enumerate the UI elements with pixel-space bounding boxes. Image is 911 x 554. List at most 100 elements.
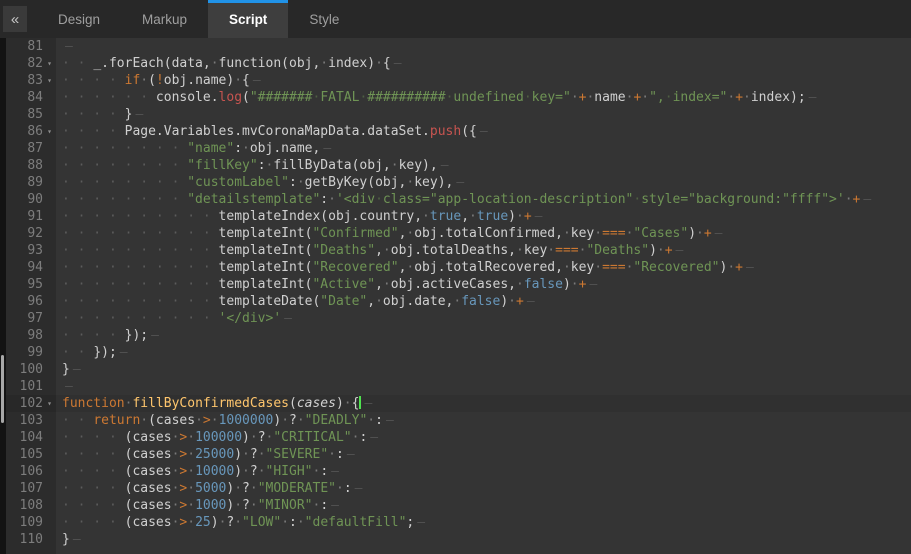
code-line[interactable]: 98· · · · });– <box>6 327 911 344</box>
code-area[interactable]: 81–82▾· · _.forEach(data,·function(obj,·… <box>6 38 911 554</box>
collapse-panel-button[interactable]: « <box>3 6 27 32</box>
line-number: 108 <box>20 497 43 514</box>
gutter-cell: 81 <box>6 38 56 55</box>
gutter-cell: 99 <box>6 344 56 361</box>
gutter-cell: 98 <box>6 327 56 344</box>
gutter-cell: 94 <box>6 259 56 276</box>
gutter-cell: 103 <box>6 412 56 429</box>
gutter-cell: 91 <box>6 208 56 225</box>
fold-arrow-icon[interactable]: ▾ <box>43 123 56 140</box>
code-line[interactable]: 101 – <box>6 378 911 395</box>
code-line[interactable]: 110}– <box>6 531 911 548</box>
tab-design[interactable]: Design <box>37 0 121 38</box>
gutter-cell: 109 <box>6 514 56 531</box>
line-ending-mark: – <box>117 345 128 360</box>
code-line[interactable]: 97· · · · · · · · · · '</div>'– <box>6 310 911 327</box>
line-number: 109 <box>20 514 43 531</box>
code-line[interactable]: 109· · · · (cases·>·25)·?·"LOW"·:·"defau… <box>6 514 911 531</box>
code-line[interactable]: 100}– <box>6 361 911 378</box>
line-ending-mark: – <box>328 498 339 513</box>
gutter-cell: 87 <box>6 140 56 157</box>
line-ending-mark: – <box>344 447 355 462</box>
line-number: 106 <box>20 463 43 480</box>
line-number: 83 <box>27 72 43 89</box>
fold-arrow-icon[interactable]: ▾ <box>43 395 56 412</box>
line-ending-mark: – <box>524 294 535 309</box>
fold-arrow-icon[interactable]: ▾ <box>43 55 56 72</box>
line-ending-mark: – <box>132 107 143 122</box>
code-line[interactable]: 84· · · · · · console.log("#######·FATAL… <box>6 89 911 106</box>
code-line[interactable]: 89· · · · · · · · "customLabel":·getByKe… <box>6 174 911 191</box>
code-line[interactable]: 104· · · · (cases·>·100000)·?·"CRITICAL"… <box>6 429 911 446</box>
tab-script[interactable]: Script <box>208 0 288 38</box>
gutter-cell: 105 <box>6 446 56 463</box>
line-ending-mark: – <box>250 73 261 88</box>
code-line[interactable]: 107· · · · (cases·>·5000)·?·"MODERATE"·:… <box>6 480 911 497</box>
code-line[interactable]: 83▾· · · · if·(!obj.name)·{– <box>6 72 911 89</box>
code-line[interactable]: 105· · · · (cases·>·25000)·?·"SEVERE"·:– <box>6 446 911 463</box>
code-line[interactable]: 88· · · · · · · · "fillKey":·fillByData(… <box>6 157 911 174</box>
gutter-cell: 90 <box>6 191 56 208</box>
code-line[interactable]: 92· · · · · · · · · · templateInt("Confi… <box>6 225 911 242</box>
left-panel-edge <box>0 38 6 554</box>
tab-design-label: Design <box>58 12 100 27</box>
tab-markup[interactable]: Markup <box>121 0 208 38</box>
line-ending-mark: – <box>320 141 331 156</box>
code-line[interactable]: 87· · · · · · · · "name":·obj.name,– <box>6 140 911 157</box>
gutter-cell: 96 <box>6 293 56 310</box>
code-line[interactable]: 86▾· · · · Page.Variables.mvCoronaMapDat… <box>6 123 911 140</box>
script-editor[interactable]: 81–82▾· · _.forEach(data,·function(obj,·… <box>0 38 911 554</box>
code-line[interactable]: 108· · · · (cases·>·1000)·?·"MINOR"·:– <box>6 497 911 514</box>
code-line[interactable]: 91· · · · · · · · · · templateIndex(obj.… <box>6 208 911 225</box>
line-number: 97 <box>27 310 43 327</box>
line-ending-mark: – <box>477 124 488 139</box>
code-line[interactable]: 95· · · · · · · · · · templateInt("Activ… <box>6 276 911 293</box>
line-ending-mark: – <box>62 379 73 394</box>
line-number: 101 <box>20 378 43 395</box>
code-line[interactable]: 99· · });– <box>6 344 911 361</box>
line-ending-mark: – <box>361 396 372 411</box>
code-line[interactable]: 103· · return·(cases·>·1000000)·?·"DEADL… <box>6 412 911 429</box>
line-number: 87 <box>27 140 43 157</box>
gutter-cell: 84 <box>6 89 56 106</box>
line-number: 84 <box>27 89 43 106</box>
line-number: 88 <box>27 157 43 174</box>
tab-style[interactable]: Style <box>288 0 360 38</box>
line-ending-mark: – <box>438 158 449 173</box>
editor-filler <box>6 548 911 554</box>
gutter-cell: 110 <box>6 531 56 548</box>
tab-markup-label: Markup <box>142 12 187 27</box>
code-line[interactable]: 90· · · · · · · · "detailstemplate":·'<d… <box>6 191 911 208</box>
line-number: 93 <box>27 242 43 259</box>
line-ending-mark: – <box>70 362 81 377</box>
code-line[interactable]: 94· · · · · · · · · · templateInt("Recov… <box>6 259 911 276</box>
fold-arrow-icon[interactable]: ▾ <box>43 72 56 89</box>
collapse-chevron-icon: « <box>11 11 19 28</box>
line-ending-mark: – <box>532 209 543 224</box>
line-ending-mark: – <box>148 328 159 343</box>
code-filler <box>56 548 911 554</box>
tab-bar: « Design Markup Script Style <box>0 0 911 38</box>
line-number: 105 <box>20 446 43 463</box>
code-line[interactable]: 82▾· · _.forEach(data,·function(obj,·ind… <box>6 55 911 72</box>
code-line[interactable]: 85· · · · }– <box>6 106 911 123</box>
code-line[interactable]: 106· · · · (cases·>·10000)·?·"HIGH"·:– <box>6 463 911 480</box>
gutter-cell: 97 <box>6 310 56 327</box>
line-number: 91 <box>27 208 43 225</box>
line-number: 99 <box>27 344 43 361</box>
vertical-scrollbar-thumb[interactable] <box>1 355 4 423</box>
line-number: 102 <box>20 395 43 412</box>
line-number: 85 <box>27 106 43 123</box>
line-number: 107 <box>20 480 43 497</box>
line-number: 103 <box>20 412 43 429</box>
code-line[interactable]: 93· · · · · · · · · · templateInt("Death… <box>6 242 911 259</box>
code-line[interactable]: 96· · · · · · · · · · templateDate("Date… <box>6 293 911 310</box>
gutter-cell: 83▾ <box>6 72 56 89</box>
code-line[interactable]: 81– <box>6 38 911 55</box>
line-ending-mark: – <box>673 243 684 258</box>
gutter-cell <box>6 548 56 554</box>
line-ending-mark: – <box>367 430 378 445</box>
line-ending-mark: – <box>62 39 73 54</box>
code-line[interactable]: 102▾function·fillByConfirmedCases(cases)… <box>6 395 911 412</box>
line-number: 100 <box>20 361 43 378</box>
